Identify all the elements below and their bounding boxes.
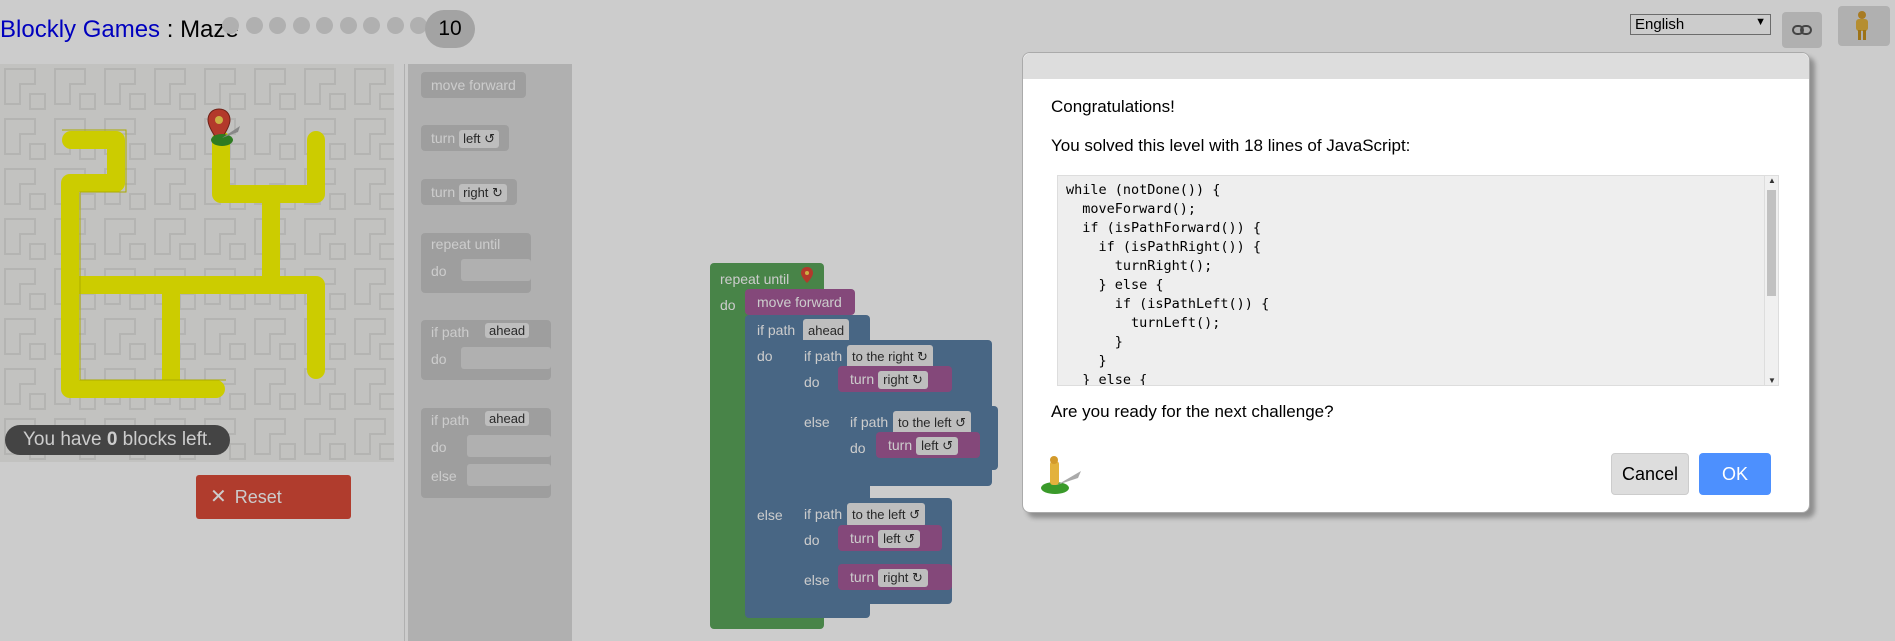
code-scrollbar[interactable]: ▲ ▼ [1764, 176, 1778, 385]
ok-button[interactable]: OK [1699, 453, 1771, 495]
scroll-thumb[interactable] [1767, 190, 1776, 296]
congratulations-dialog: Congratulations! You solved this level w… [1022, 52, 1810, 513]
cancel-button[interactable]: Cancel [1611, 453, 1689, 495]
scroll-down-icon[interactable]: ▼ [1768, 376, 1776, 385]
pegman-icon [1041, 456, 1081, 494]
dialog-congrats: Congratulations! [1051, 97, 1175, 116]
code-viewer[interactable]: while (notDone()) { moveForward(); if (i… [1057, 175, 1779, 386]
dialog-question: Are you ready for the next challenge? [1051, 402, 1334, 421]
dialog-solved-text: You solved this level with 18 lines of J… [1051, 136, 1411, 155]
dialog-title-bar[interactable] [1023, 53, 1809, 79]
scroll-up-icon[interactable]: ▲ [1768, 176, 1776, 185]
code-text: while (notDone()) { moveForward(); if (i… [1066, 182, 1270, 386]
